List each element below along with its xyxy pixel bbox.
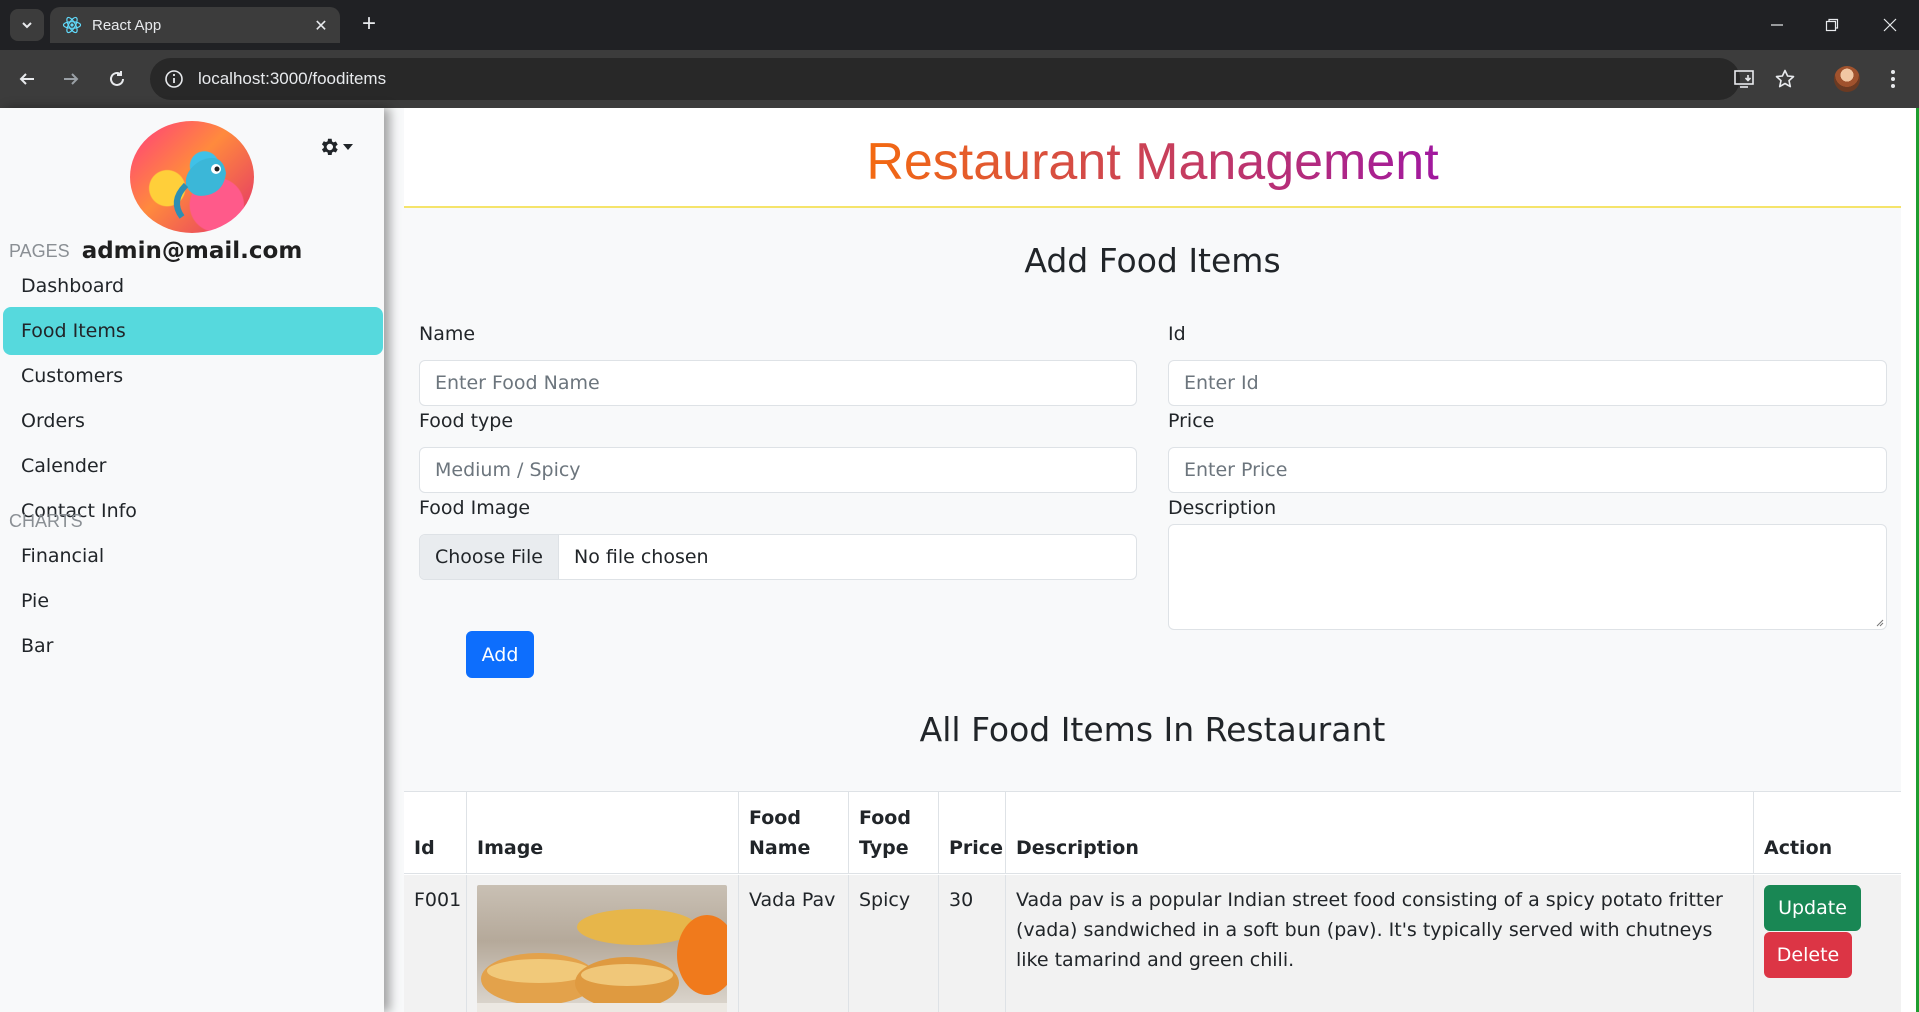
- caret-down-icon: [343, 144, 353, 150]
- install-app-icon[interactable]: [1730, 64, 1760, 94]
- header-action-text: Action: [1764, 837, 1833, 859]
- scrollbar-gutter: [1901, 108, 1919, 1012]
- url-text: localhost:3000/fooditems: [198, 69, 387, 88]
- nav-pie[interactable]: Pie: [3, 577, 383, 625]
- header-id: Id: [404, 792, 467, 874]
- profile-avatar[interactable]: [1834, 66, 1860, 92]
- update-button[interactable]: Update: [1764, 885, 1861, 931]
- tab-title: React App: [92, 16, 162, 34]
- food-items-table: Id Image Food Name Food Type Price Descrip…: [404, 791, 1901, 1012]
- header-food-name-line1: Food: [749, 807, 801, 829]
- settings-dropdown[interactable]: [318, 136, 354, 158]
- nav-calender[interactable]: Calender: [3, 442, 383, 490]
- cell-description: Vada pav is a popular Indian street food…: [1006, 875, 1754, 1012]
- browser-tab[interactable]: React App ✕: [50, 7, 340, 43]
- header-id-text: Id: [414, 837, 435, 859]
- file-status-text: No file chosen: [573, 546, 709, 568]
- food-photo: [477, 885, 727, 1012]
- add-button[interactable]: Add: [466, 631, 534, 678]
- header-description-text: Description: [1016, 837, 1139, 859]
- browser-tab-strip: React App ✕ +: [0, 0, 1919, 50]
- header-description: Description: [1006, 792, 1754, 874]
- cell-image: [467, 875, 739, 1012]
- react-logo-icon: [62, 16, 82, 34]
- header-food-type-line1: Food: [859, 807, 911, 829]
- nav-orders[interactable]: Orders: [3, 397, 383, 445]
- charts-section-label: CHARTS: [9, 511, 83, 531]
- description-label: Description: [1168, 497, 1277, 519]
- id-label: Id: [1168, 323, 1186, 345]
- cell-id: F001: [404, 875, 467, 1012]
- cell-food-name: Vada Pav: [739, 875, 849, 1012]
- header-food-type-text: Food Type: [859, 803, 911, 863]
- main-content: Restaurant Management Add Food Items Nam…: [404, 108, 1901, 1012]
- minimize-icon[interactable]: [1755, 8, 1799, 42]
- nav-food-items[interactable]: Food Items: [3, 307, 383, 355]
- choose-file-button[interactable]: Choose File: [420, 535, 559, 579]
- tab-search-button[interactable]: [10, 9, 44, 41]
- header-action: Action: [1754, 792, 1901, 874]
- chevron-down-icon: [22, 22, 32, 29]
- chameleon-image-icon: [173, 157, 226, 219]
- header-food-type-line2: Type: [859, 837, 909, 859]
- close-window-icon[interactable]: [1868, 8, 1912, 42]
- food-name-input[interactable]: Enter Food Name: [419, 360, 1137, 406]
- header-food-name: Food Name: [739, 792, 849, 874]
- header-image: Image: [467, 792, 739, 874]
- vada-pav-image-icon: [477, 909, 727, 1012]
- browser-toolbar: localhost:3000/fooditems: [0, 50, 1919, 108]
- description-textarea[interactable]: [1168, 524, 1887, 630]
- resize-grip-icon[interactable]: [1874, 617, 1884, 627]
- pages-section-label: PAGES: [9, 241, 70, 261]
- header-image-text: Image: [477, 837, 544, 859]
- forward-arrow-icon[interactable]: [56, 64, 86, 94]
- cell-food-type: Spicy: [849, 875, 939, 1012]
- header-food-name-line2: Name: [749, 837, 811, 859]
- food-id-input[interactable]: Enter Id: [1168, 360, 1887, 406]
- price-input[interactable]: Enter Price: [1168, 447, 1887, 493]
- app-header: Restaurant Management: [404, 108, 1901, 208]
- delete-button[interactable]: Delete: [1764, 932, 1852, 978]
- bookmark-star-icon[interactable]: [1770, 64, 1800, 94]
- name-label: Name: [419, 323, 476, 345]
- price-label: Price: [1168, 410, 1215, 432]
- food-type-input[interactable]: Medium / Spicy: [419, 447, 1137, 493]
- food-type-label: Food type: [419, 410, 514, 432]
- add-food-title: Add Food Items: [1024, 241, 1281, 280]
- header-price: Price: [939, 792, 1006, 874]
- back-arrow-icon[interactable]: [12, 64, 42, 94]
- new-tab-icon[interactable]: +: [354, 10, 384, 40]
- header-food-name-text: Food Name: [749, 803, 810, 863]
- more-menu-icon[interactable]: [1878, 64, 1908, 94]
- header-price-text: Price: [949, 837, 1003, 859]
- nav-financial[interactable]: Financial: [3, 532, 383, 580]
- gear-icon: [321, 138, 338, 155]
- close-tab-icon[interactable]: ✕: [310, 16, 332, 35]
- restore-icon[interactable]: [1810, 8, 1854, 42]
- cell-price: 30: [939, 875, 1006, 1012]
- nav-dashboard[interactable]: Dashboard: [3, 262, 383, 310]
- app-title: Restaurant Management: [866, 133, 1439, 191]
- user-avatar: [130, 121, 254, 233]
- site-info-icon[interactable]: [164, 69, 184, 89]
- food-image-file-input[interactable]: Choose File No file chosen: [419, 534, 1137, 580]
- reload-icon[interactable]: [102, 64, 132, 94]
- all-food-items-title: All Food Items In Restaurant: [919, 710, 1386, 749]
- nav-bar[interactable]: Bar: [3, 622, 383, 670]
- page-viewport: admin@mail.com PAGES Dashboard Food Item…: [0, 108, 1919, 1012]
- address-bar[interactable]: localhost:3000/fooditems: [150, 58, 1740, 100]
- nav-customers[interactable]: Customers: [3, 352, 383, 400]
- cell-action: Update Delete: [1754, 875, 1901, 1012]
- sidebar: admin@mail.com PAGES Dashboard Food Item…: [0, 108, 384, 1012]
- food-image-label: Food Image: [419, 497, 531, 519]
- header-food-type: Food Type: [849, 792, 939, 874]
